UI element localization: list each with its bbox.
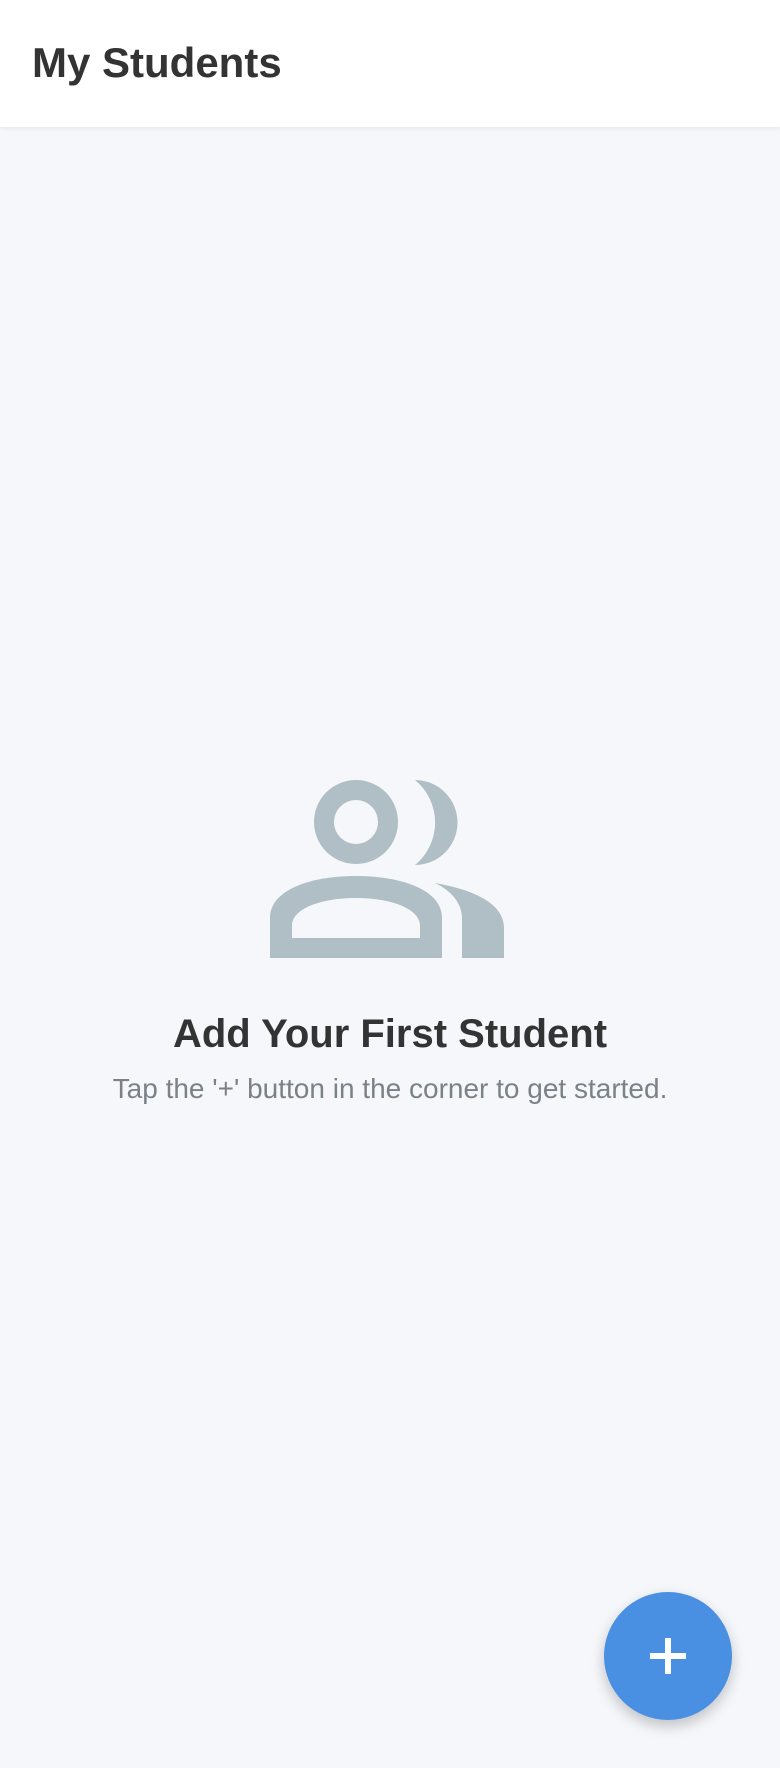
add-student-button[interactable]: [604, 1592, 732, 1720]
empty-state-title: Add Your First Student: [172, 1012, 608, 1056]
empty-state-subtitle: Tap the '+' button in the corner to get …: [112, 1073, 668, 1104]
empty-state: Add Your First Student Tap the '+' butto…: [0, 780, 780, 1106]
page-title: My Students: [32, 39, 282, 86]
people-icon: [270, 780, 504, 958]
add-icon: [650, 1638, 686, 1674]
app-bar: My Students: [0, 0, 780, 127]
